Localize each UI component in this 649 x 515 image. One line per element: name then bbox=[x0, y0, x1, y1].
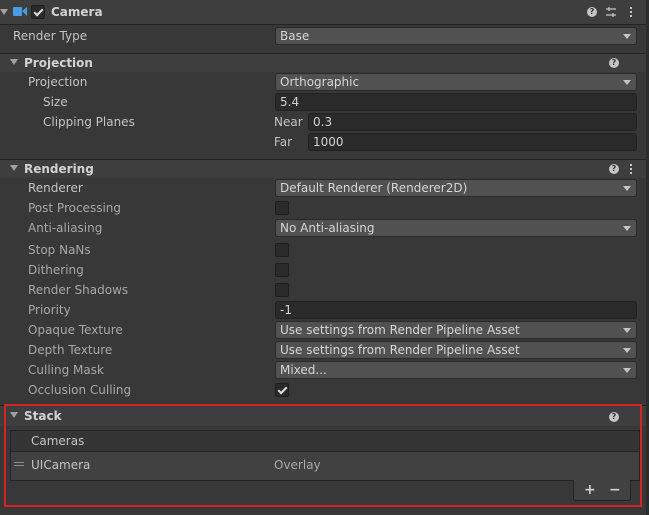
remove-button[interactable]: − bbox=[609, 482, 621, 498]
render-type-dropdown[interactable]: Base bbox=[275, 27, 637, 45]
culling-mask-value: Mixed... bbox=[280, 363, 327, 377]
component-title: Camera bbox=[51, 5, 103, 19]
stop-nans-label: Stop NaNs bbox=[28, 243, 91, 257]
priority-label: Priority bbox=[28, 303, 71, 317]
anti-aliasing-value: No Anti-aliasing bbox=[280, 221, 375, 235]
far-label: Far bbox=[274, 135, 293, 149]
chevron-down-icon bbox=[623, 368, 631, 373]
foldout-arrow-icon[interactable] bbox=[10, 165, 18, 171]
projection-label: Projection bbox=[28, 75, 88, 89]
occlusion-culling-label: Occlusion Culling bbox=[28, 383, 132, 397]
dithering-checkbox[interactable] bbox=[275, 263, 289, 277]
near-field[interactable]: 0.3 bbox=[308, 113, 637, 131]
renderer-dropdown[interactable]: Default Renderer (Renderer2D) bbox=[275, 179, 637, 197]
stop-nans-checkbox[interactable] bbox=[275, 243, 289, 257]
camera-icon bbox=[13, 7, 27, 16]
renderer-value: Default Renderer (Renderer2D) bbox=[280, 181, 468, 195]
chevron-down-icon bbox=[623, 226, 631, 231]
render-shadows-label: Render Shadows bbox=[28, 283, 129, 297]
render-type-value: Base bbox=[280, 29, 310, 43]
depth-texture-dropdown[interactable]: Use settings from Render Pipeline Asset bbox=[275, 341, 637, 359]
projection-value: Orthographic bbox=[280, 75, 360, 89]
chevron-down-icon bbox=[623, 34, 631, 39]
near-label: Near bbox=[274, 115, 303, 129]
presets-icon[interactable] bbox=[605, 6, 617, 18]
foldout-arrow-icon[interactable] bbox=[0, 9, 8, 15]
foldout-arrow-icon[interactable] bbox=[10, 412, 18, 418]
culling-mask-dropdown[interactable]: Mixed... bbox=[275, 361, 637, 379]
help-icon[interactable]: ? bbox=[609, 58, 619, 68]
kebab-menu-icon[interactable] bbox=[630, 7, 633, 19]
opaque-texture-label: Opaque Texture bbox=[28, 323, 123, 337]
depth-texture-value: Use settings from Render Pipeline Asset bbox=[280, 343, 520, 357]
clipping-planes-label: Clipping Planes bbox=[43, 115, 135, 129]
chevron-down-icon bbox=[623, 80, 631, 85]
render-shadows-checkbox[interactable] bbox=[275, 283, 289, 297]
far-field[interactable]: 1000 bbox=[308, 133, 637, 151]
projection-title: Projection bbox=[24, 56, 93, 70]
help-icon[interactable]: ? bbox=[609, 412, 619, 422]
size-label: Size bbox=[43, 95, 68, 109]
cameras-list-header bbox=[10, 430, 640, 452]
projection-dropdown[interactable]: Orthographic bbox=[275, 73, 637, 91]
projection-header[interactable] bbox=[0, 54, 646, 72]
opaque-texture-value: Use settings from Render Pipeline Asset bbox=[280, 323, 520, 337]
cameras-list-body bbox=[10, 452, 640, 481]
help-icon[interactable]: ? bbox=[609, 164, 619, 174]
chevron-down-icon bbox=[623, 348, 631, 353]
chevron-down-icon bbox=[623, 328, 631, 333]
culling-mask-label: Culling Mask bbox=[28, 363, 104, 377]
depth-texture-label: Depth Texture bbox=[28, 343, 113, 357]
divider bbox=[0, 24, 646, 25]
size-field[interactable]: 5.4 bbox=[275, 93, 637, 111]
stack-title: Stack bbox=[24, 409, 62, 423]
drag-handle-icon[interactable] bbox=[14, 462, 24, 466]
dithering-label: Dithering bbox=[28, 263, 84, 277]
stack-header[interactable] bbox=[0, 406, 646, 426]
renderer-label: Renderer bbox=[28, 181, 83, 195]
anti-aliasing-label: Anti-aliasing bbox=[28, 221, 103, 235]
add-button[interactable]: + bbox=[584, 482, 596, 498]
component-enabled-checkbox[interactable] bbox=[31, 5, 45, 19]
help-icon[interactable]: ? bbox=[587, 7, 597, 17]
chevron-down-icon bbox=[623, 186, 631, 191]
priority-field[interactable]: -1 bbox=[275, 301, 637, 319]
render-type-label: Render Type bbox=[13, 29, 88, 43]
list-item-name[interactable]: UICamera bbox=[31, 457, 90, 473]
anti-aliasing-dropdown[interactable]: No Anti-aliasing bbox=[275, 219, 637, 237]
opaque-texture-dropdown[interactable]: Use settings from Render Pipeline Asset bbox=[275, 321, 637, 339]
rendering-title: Rendering bbox=[24, 162, 94, 176]
kebab-menu-icon[interactable] bbox=[630, 164, 633, 176]
post-processing-checkbox[interactable] bbox=[275, 201, 289, 215]
occlusion-culling-checkbox[interactable] bbox=[275, 383, 289, 397]
cameras-list-title: Cameras bbox=[31, 434, 85, 448]
rendering-header[interactable] bbox=[0, 160, 646, 178]
list-item-type: Overlay bbox=[274, 458, 321, 472]
foldout-arrow-icon[interactable] bbox=[10, 59, 18, 65]
list-footer bbox=[573, 480, 631, 501]
post-processing-label: Post Processing bbox=[28, 201, 121, 215]
